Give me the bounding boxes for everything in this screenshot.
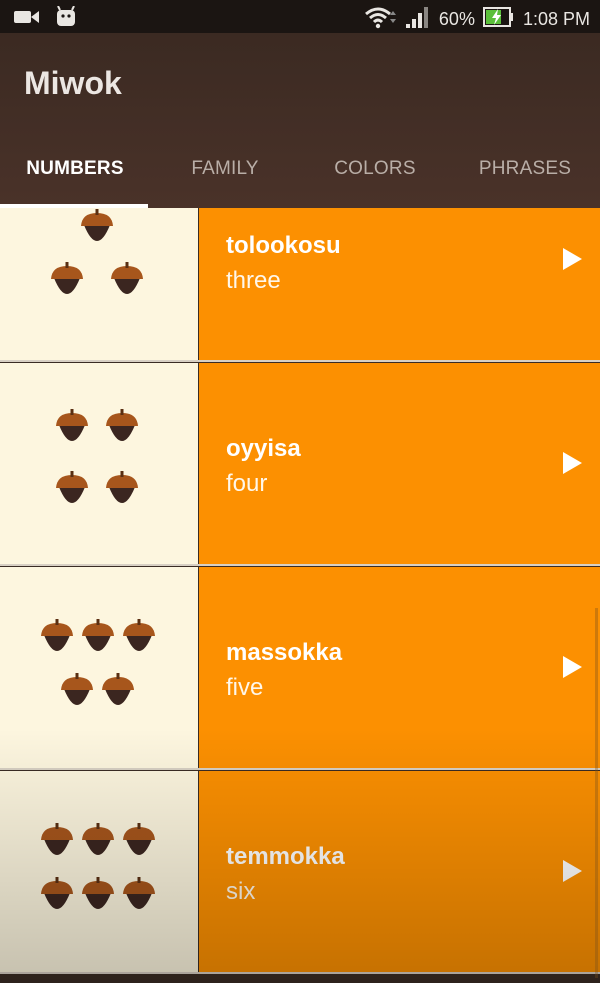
number-image [0, 363, 198, 566]
tab-bar: NUMBERS FAMILY COLORS PHRASES [0, 141, 600, 208]
tab-numbers[interactable]: NUMBERS [0, 141, 150, 208]
tab-family[interactable]: FAMILY [150, 141, 300, 208]
battery-charging-icon [482, 6, 515, 33]
acorn-icon [56, 471, 88, 503]
divider [0, 564, 600, 566]
english-word: five [226, 674, 264, 701]
word-text-container: tolookosu three [199, 208, 600, 362]
list-item[interactable]: oyyisa four [0, 363, 600, 566]
clock: 1:08 PM [522, 9, 590, 29]
tab-phrases[interactable]: PHRASES [450, 141, 600, 208]
play-icon[interactable] [563, 452, 582, 474]
acorn-icon [111, 262, 143, 294]
divider [0, 972, 600, 974]
acorn-icon [41, 619, 73, 651]
android-icon [54, 5, 78, 33]
acorn-icon [56, 409, 88, 441]
play-icon[interactable] [563, 248, 582, 270]
acorn-icon [82, 823, 114, 855]
list-item[interactable]: temmokka six [0, 771, 600, 974]
acorn-icon [41, 877, 73, 909]
app-bar: Miwok NUMBERS FAMILY COLORS PHRASES [0, 33, 600, 208]
word-text-container: massokka five [199, 567, 600, 770]
number-image [0, 771, 198, 974]
signal-icon [405, 5, 431, 34]
english-word: six [226, 878, 256, 905]
acorn-icon [123, 877, 155, 909]
number-image [0, 208, 198, 362]
acorn-icon [51, 262, 83, 294]
acorn-icon [61, 673, 93, 705]
divider [0, 768, 600, 770]
video-camera-icon [14, 8, 40, 31]
word-text-container: oyyisa four [199, 363, 600, 566]
word-text-container: temmokka six [199, 771, 600, 974]
scrollbar[interactable] [595, 608, 598, 978]
acorn-icon [82, 619, 114, 651]
acorn-icon [106, 409, 138, 441]
acorn-icon [102, 673, 134, 705]
english-word: four [226, 470, 268, 497]
acorn-icon [82, 877, 114, 909]
miwok-word: temmokka [226, 843, 345, 870]
acorn-icon [123, 823, 155, 855]
miwok-word: oyyisa [226, 435, 301, 462]
play-icon[interactable] [563, 656, 582, 678]
miwok-word: massokka [226, 639, 343, 666]
battery-percent: 60% [438, 9, 475, 29]
word-list: tolookosu three oyyisa four massokka fiv… [0, 208, 600, 983]
app-title: Miwok [24, 65, 122, 101]
miwok-word: tolookosu [226, 232, 341, 259]
list-item[interactable]: tolookosu three [0, 208, 600, 362]
tab-colors[interactable]: COLORS [300, 141, 450, 208]
acorn-icon [106, 471, 138, 503]
play-icon[interactable] [563, 860, 582, 882]
english-word: three [226, 267, 281, 294]
wifi-icon [363, 5, 397, 34]
status-bar: 60% 1:08 PM [0, 0, 600, 33]
acorn-icon [81, 209, 113, 241]
divider [0, 360, 600, 362]
acorn-icon [123, 619, 155, 651]
acorn-icon [41, 823, 73, 855]
number-image [0, 567, 198, 770]
list-item[interactable]: massokka five [0, 567, 600, 770]
